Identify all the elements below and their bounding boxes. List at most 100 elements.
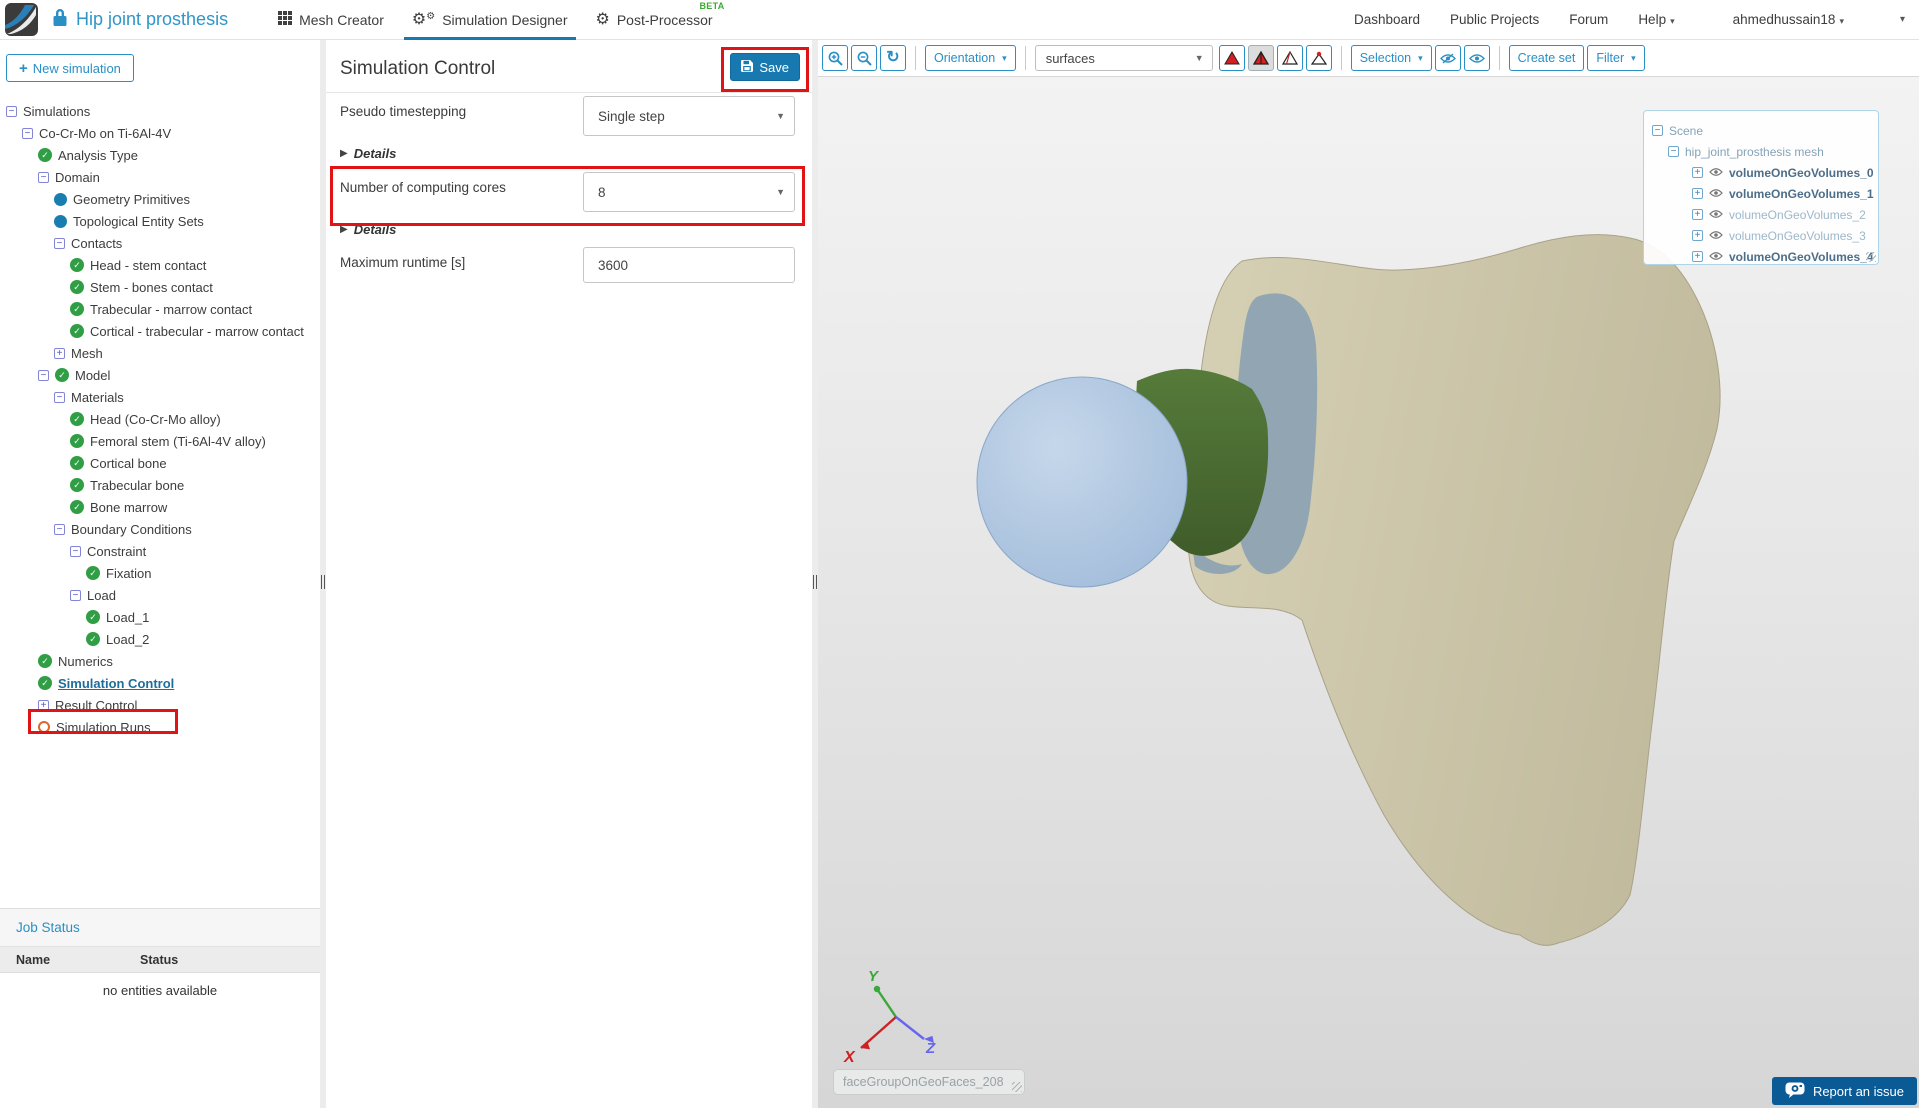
collapse-icon[interactable]: −: [54, 523, 65, 535]
tree-item-trabecular-marrow-contact[interactable]: ✓ Trabecular - marrow contact: [0, 298, 320, 320]
collapse-icon[interactable]: −: [38, 369, 49, 381]
scene-root-row[interactable]: − Scene: [1652, 120, 1870, 141]
scene-mesh-row[interactable]: − hip_joint_prosthesis mesh: [1652, 141, 1870, 162]
create-set-button[interactable]: Create set: [1508, 45, 1585, 71]
tree-item-simulations[interactable]: − Simulations: [0, 100, 320, 122]
nav-dashboard[interactable]: Dashboard: [1354, 12, 1420, 27]
tree-item-materials[interactable]: − Materials: [0, 386, 320, 408]
hide-selected-button[interactable]: [1434, 45, 1461, 71]
scene-item-volumeongeovolumes-1[interactable]: + volumeOnGeoVolumes_1: [1652, 183, 1874, 204]
render-mode-points-button[interactable]: [1305, 45, 1332, 71]
max-runtime-input[interactable]: [583, 247, 795, 283]
computing-cores-select[interactable]: 8 ▼: [583, 172, 795, 212]
orientation-button[interactable]: Orientation ▾: [925, 45, 1016, 71]
tree-item-stem-bones-contact[interactable]: ✓ Stem - bones contact: [0, 276, 320, 298]
details-toggle-1[interactable]: ▶ Details: [340, 146, 396, 161]
expand-icon[interactable]: +: [1692, 230, 1703, 241]
tree-item-mesh[interactable]: + Mesh: [0, 342, 320, 364]
scene-item-volumeongeovolumes-0[interactable]: + volumeOnGeoVolumes_0: [1652, 162, 1874, 183]
tree-item-boundary-conditions[interactable]: − Boundary Conditions: [0, 518, 320, 540]
tree-item-result-control[interactable]: + Result Control: [0, 694, 320, 716]
selection-name-box[interactable]: faceGroupOnGeoFaces_208: [833, 1069, 1025, 1095]
render-mode-surface-button[interactable]: [1218, 45, 1245, 71]
tree-item-model[interactable]: − ✓ Model: [0, 364, 320, 386]
tree-item-label: Fixation: [106, 566, 152, 581]
expand-icon[interactable]: +: [1692, 167, 1703, 178]
collapse-icon[interactable]: −: [38, 171, 49, 183]
scene-item-volumeongeovolumes-4[interactable]: + volumeOnGeoVolumes_4: [1652, 246, 1874, 267]
eye-icon[interactable]: [1709, 187, 1723, 201]
scene-item-volumeongeovolumes-3[interactable]: + volumeOnGeoVolumes_3: [1652, 225, 1870, 246]
tree-item-load-2[interactable]: ✓ Load_2: [0, 628, 320, 650]
tree-item-simulation-runs[interactable]: Simulation Runs: [0, 716, 320, 738]
render-mode-surface-edges-button[interactable]: [1247, 45, 1274, 71]
tree-item-simulation-control[interactable]: ✓ Simulation Control: [0, 672, 320, 694]
tree-item-load-1[interactable]: ✓ Load_1: [0, 606, 320, 628]
refresh-button[interactable]: ↻: [880, 45, 906, 71]
triangle-right-icon: ▶: [340, 224, 348, 235]
zoom-in-button[interactable]: [822, 45, 848, 71]
simscale-logo-icon[interactable]: [5, 3, 38, 36]
expand-icon[interactable]: +: [38, 699, 49, 711]
tree-item-constraint[interactable]: − Constraint: [0, 540, 320, 562]
eye-icon[interactable]: [1709, 208, 1723, 222]
nav-public-projects[interactable]: Public Projects: [1450, 12, 1539, 27]
collapse-icon[interactable]: −: [54, 237, 65, 249]
filter-button[interactable]: Filter ▾: [1587, 45, 1645, 71]
render-area[interactable]: − Scene − hip_joint_prosthesis mesh + vol…: [818, 77, 1919, 1108]
prosthesis-head[interactable]: [976, 376, 1188, 588]
collapse-header-icon[interactable]: ▾: [1900, 14, 1905, 25]
collapse-icon[interactable]: −: [70, 545, 81, 557]
expand-icon[interactable]: +: [1692, 188, 1703, 199]
nav-forum[interactable]: Forum: [1569, 12, 1608, 27]
tree-item-numerics[interactable]: ✓ Numerics: [0, 650, 320, 672]
resize-handle[interactable]: [1866, 252, 1876, 262]
report-issue-button[interactable]: Report an issue: [1771, 1077, 1917, 1105]
tab-post-processor[interactable]: ⚙ Post-Processor BETA: [582, 0, 727, 40]
sidebar-splitter[interactable]: [320, 40, 326, 1108]
pseudo-timestepping-select[interactable]: Single step ▼: [583, 96, 795, 136]
tree-item-analysis-type[interactable]: ✓ Analysis Type: [0, 144, 320, 166]
collapse-icon[interactable]: −: [1668, 146, 1679, 157]
tree-item-fixation[interactable]: ✓ Fixation: [0, 562, 320, 584]
render-mode-wireframe-button[interactable]: [1276, 45, 1303, 71]
nav-help-menu[interactable]: Help ▾: [1638, 12, 1674, 27]
tree-item-femoral-stem-ti-6al-4v-alloy[interactable]: ✓ Femoral stem (Ti-6Al-4V alloy): [0, 430, 320, 452]
expand-icon[interactable]: +: [54, 347, 65, 359]
expand-icon[interactable]: +: [1692, 209, 1703, 220]
tree-item-co-cr-mo-on-ti-6al-4v[interactable]: − Co-Cr-Mo on Ti-6Al-4V: [0, 122, 320, 144]
render-filter-select[interactable]: surfaces ▼: [1034, 45, 1213, 71]
collapse-icon[interactable]: −: [70, 589, 81, 601]
user-menu[interactable]: ahmedhussain18 ▾: [1733, 12, 1844, 27]
selection-button[interactable]: Selection ▾: [1350, 45, 1432, 71]
tree-item-head-co-cr-mo-alloy[interactable]: ✓ Head (Co-Cr-Mo alloy): [0, 408, 320, 430]
eye-icon[interactable]: [1709, 229, 1723, 243]
expand-icon[interactable]: +: [1692, 251, 1703, 262]
scene-item-volumeongeovolumes-2[interactable]: + volumeOnGeoVolumes_2: [1652, 204, 1870, 225]
eye-icon[interactable]: [1709, 250, 1723, 264]
tree-item-bone-marrow[interactable]: ✓ Bone marrow: [0, 496, 320, 518]
tab-simulation-designer[interactable]: ⚙⚙ Simulation Designer: [398, 0, 582, 40]
tree-item-trabecular-bone[interactable]: ✓ Trabecular bone: [0, 474, 320, 496]
resize-handle[interactable]: [1012, 1082, 1022, 1092]
tab-mesh-creator[interactable]: Mesh Creator: [264, 0, 398, 40]
collapse-icon[interactable]: −: [22, 127, 33, 139]
new-simulation-button[interactable]: + New simulation: [6, 54, 134, 82]
tree-item-cortical-trabecular-marrow-contact[interactable]: ✓ Cortical - trabecular - marrow contact: [0, 320, 320, 342]
collapse-icon[interactable]: −: [1652, 125, 1663, 136]
tree-item-load[interactable]: − Load: [0, 584, 320, 606]
tree-item-domain[interactable]: − Domain: [0, 166, 320, 188]
tree-item-head-stem-contact[interactable]: ✓ Head - stem contact: [0, 254, 320, 276]
show-selected-button[interactable]: [1463, 45, 1490, 71]
tree-item-cortical-bone[interactable]: ✓ Cortical bone: [0, 452, 320, 474]
tree-item-geometry-primitives[interactable]: Geometry Primitives: [0, 188, 320, 210]
details-toggle-2[interactable]: ▶ Details: [340, 222, 396, 237]
save-button[interactable]: Save: [730, 53, 800, 81]
tree-item-contacts[interactable]: − Contacts: [0, 232, 320, 254]
collapse-icon[interactable]: −: [6, 105, 17, 117]
zoom-out-button[interactable]: [851, 45, 877, 71]
collapse-icon[interactable]: −: [54, 391, 65, 403]
tree-item-topological-entity-sets[interactable]: Topological Entity Sets: [0, 210, 320, 232]
eye-icon[interactable]: [1709, 166, 1723, 180]
panel-splitter[interactable]: [812, 40, 818, 1108]
